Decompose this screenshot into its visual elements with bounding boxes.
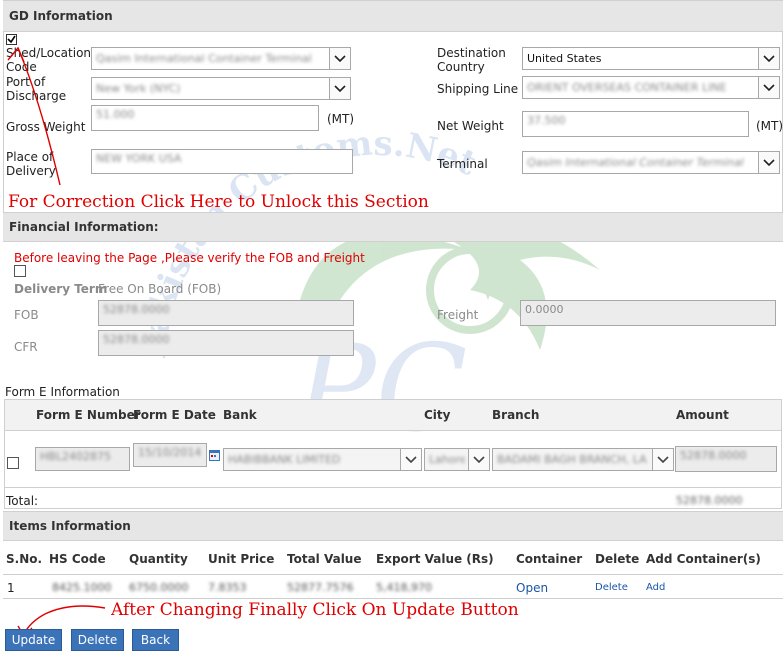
items-row-total-value: 52877.7576: [287, 581, 354, 594]
form-e-header-date: Form E Date: [133, 408, 216, 422]
gross-weight-input[interactable]: 51.000: [91, 105, 319, 131]
items-header-total-value: Total Value: [287, 552, 362, 566]
form-e-branch-select[interactable]: BADAMI BAGH BRANCH, LA: [492, 448, 674, 471]
delivery-term-label: Delivery Term: [14, 282, 108, 296]
form-e-total-label: Total:: [6, 494, 39, 508]
cfr-input[interactable]: 52878.0000: [98, 330, 354, 356]
shipping-line-value: ORIENT OVERSEAS CONTAINER LINE: [527, 81, 727, 94]
form-e-header-branch: Branch: [492, 408, 540, 422]
form-e-bank-value: HABIBBANK LIMITED: [228, 453, 341, 466]
items-title: Items Information: [9, 519, 131, 533]
freight-label: Freight: [437, 308, 479, 322]
form-e-header-number: Form E Number: [36, 408, 141, 422]
shipping-line-label: Shipping Line: [437, 82, 519, 96]
form-e-branch-value: BADAMI BAGH BRANCH, LA: [497, 453, 647, 466]
form-e-header-city: City: [424, 408, 451, 422]
fob-label: FOB: [14, 308, 39, 322]
chevron-down-icon: [758, 77, 779, 98]
cfr-value: 52878.0000: [103, 333, 170, 346]
gd-section-header: GD Information: [3, 0, 783, 32]
items-row-export-value: 5,418,970: [376, 581, 432, 594]
terminal-select-value: Qasim International Container Terminal: [527, 156, 744, 169]
update-button[interactable]: Update: [5, 629, 62, 651]
verify-fob-checkbox[interactable]: [14, 265, 26, 277]
form-e-date-value: 15/10/2014: [138, 446, 202, 459]
items-row-container-open-link[interactable]: Open: [516, 581, 548, 595]
form-e-total-value: 52878.0000: [676, 494, 743, 507]
items-header-delete: Delete: [595, 552, 640, 566]
form-e-city-select[interactable]: Lahore: [424, 448, 490, 471]
destination-country-select[interactable]: United States: [522, 47, 780, 70]
form-e-number-value: HBL2402875: [40, 450, 111, 463]
cfr-label: CFR: [14, 340, 38, 354]
terminal-label: Terminal: [437, 157, 488, 171]
items-section-header: Items Information: [3, 511, 783, 541]
financial-section-header: Financial Information:: [3, 212, 783, 242]
annotation-arrow-unlock: [7, 46, 61, 186]
form-e-header-bank: Bank: [223, 408, 257, 422]
items-row-unit-price: 7.8353: [208, 581, 247, 594]
destination-country-value: United States: [527, 52, 602, 65]
items-header-unit-price: Unit Price: [208, 552, 275, 566]
freight-input[interactable]: 0.0000: [520, 300, 776, 326]
destination-country-label: Destination Country: [437, 46, 506, 74]
form-e-number-input[interactable]: HBL2402875: [35, 447, 130, 471]
net-weight-label: Net Weight: [437, 119, 504, 133]
fob-warning-text: Before leaving the Page ,Please verify t…: [14, 251, 365, 265]
chevron-down-icon: [400, 449, 421, 470]
form-e-amount-input[interactable]: 52878.0000: [675, 446, 777, 472]
items-header-quantity: Quantity: [129, 552, 188, 566]
shipping-line-select[interactable]: ORIENT OVERSEAS CONTAINER LINE: [522, 76, 780, 99]
delete-button[interactable]: Delete: [71, 629, 124, 651]
gross-weight-value: 51.000: [96, 108, 135, 121]
items-row-add-link[interactable]: Add: [646, 582, 665, 593]
items-header-container: Container: [516, 552, 583, 566]
port-select-value: New York (NYC): [96, 82, 181, 95]
form-e-amount-value: 52878.0000: [680, 449, 747, 462]
form-e-bank-select[interactable]: HABIBBANK LIMITED: [223, 448, 422, 471]
items-row-hscode: 8425.1000: [52, 581, 112, 594]
net-weight-unit: (MT): [756, 119, 784, 133]
form-e-date-input[interactable]: 15/10/2014: [133, 443, 207, 467]
place-of-delivery-value: NEW YORK USA: [96, 152, 182, 165]
annotation-unlock-text: For Correction Click Here to Unlock this…: [8, 192, 429, 212]
items-row-delete-link[interactable]: Delete: [595, 582, 628, 593]
items-header-sno: S.No.: [6, 552, 43, 566]
net-weight-value: 37.500: [527, 114, 566, 127]
net-weight-input[interactable]: 37.500: [522, 111, 749, 137]
shed-select[interactable]: Qasim International Container Terminal: [91, 47, 351, 70]
items-header-export-value: Export Value (Rs): [376, 552, 494, 566]
form-e-city-value: Lahore: [429, 453, 465, 466]
form-e-row-checkbox[interactable]: [7, 457, 19, 469]
port-select[interactable]: New York (NYC): [91, 77, 351, 100]
form-e-title: Form E Information: [5, 385, 120, 399]
chevron-down-icon: [468, 449, 489, 470]
financial-title: Financial Information:: [9, 220, 159, 234]
items-header-hscode: HS Code: [49, 552, 106, 566]
delivery-term-value: Free On Board (FOB): [98, 282, 222, 296]
freight-value: 0.0000: [525, 303, 564, 316]
chevron-down-icon: [758, 152, 779, 173]
fob-input[interactable]: 52878.0000: [98, 300, 354, 326]
chevron-down-icon: [652, 449, 673, 470]
gross-weight-unit: (MT): [327, 112, 355, 126]
gd-title: GD Information: [9, 9, 113, 23]
items-header-add-container: Add Container(s): [646, 552, 761, 566]
chevron-down-icon: [329, 48, 350, 69]
form-e-header-amount: Amount: [676, 408, 729, 422]
items-row-quantity: 6750.0000: [129, 581, 189, 594]
place-of-delivery-input[interactable]: NEW YORK USA: [91, 149, 353, 174]
shed-select-value: Qasim International Container Terminal: [96, 52, 312, 65]
chevron-down-icon: [758, 48, 779, 69]
terminal-select[interactable]: Qasim International Container Terminal: [522, 151, 780, 174]
fob-value: 52878.0000: [103, 303, 170, 316]
back-button[interactable]: Back: [132, 629, 179, 651]
chevron-down-icon: [329, 78, 350, 99]
annotation-update-text: After Changing Finally Click On Update B…: [111, 600, 519, 620]
items-row-sno: 1: [7, 581, 15, 595]
calendar-icon[interactable]: [209, 450, 220, 461]
